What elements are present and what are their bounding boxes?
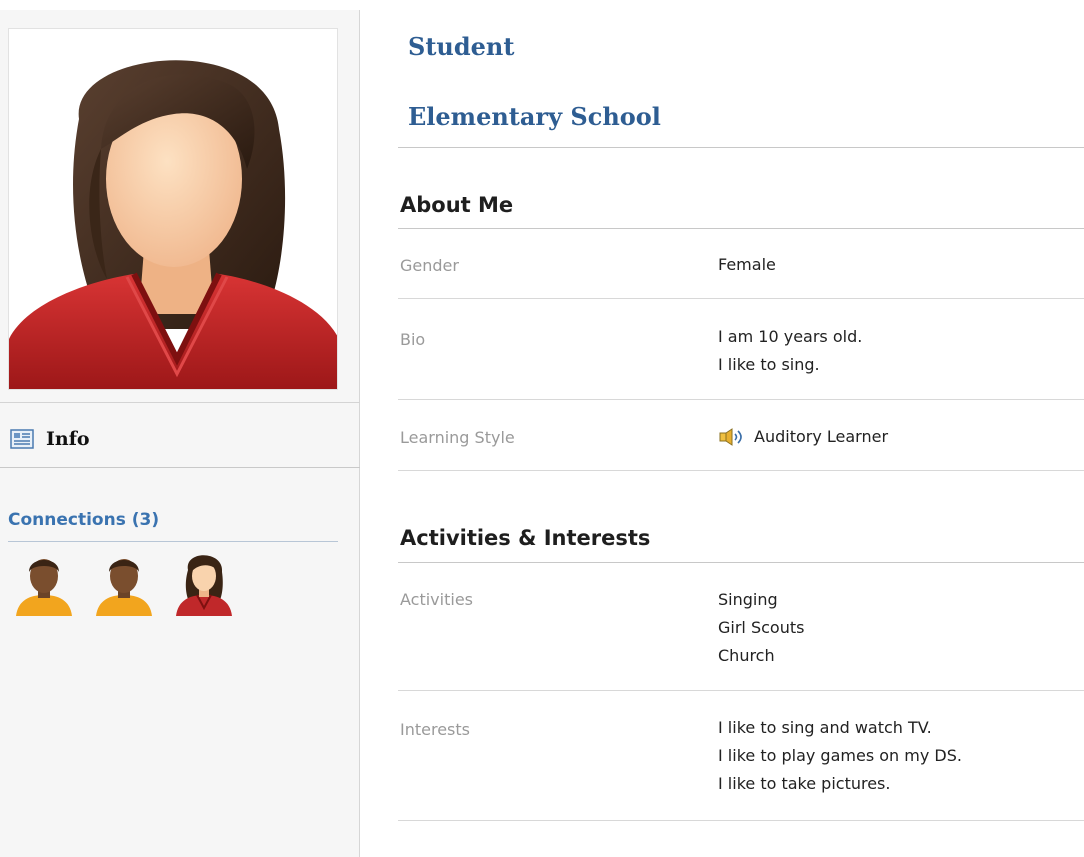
profile-school: Elementary School — [408, 102, 661, 131]
activity-item: Church — [718, 646, 775, 665]
boy-avatar-icon[interactable] — [90, 548, 158, 616]
divider — [398, 147, 1084, 148]
activities-interests-heading: Activities & Interests — [400, 526, 651, 550]
divider — [398, 228, 1084, 229]
female-avatar-icon — [9, 60, 337, 389]
interests-value: I like to sing and watch TV. I like to p… — [718, 714, 962, 798]
activity-item: Girl Scouts — [718, 618, 805, 637]
profile-main: Student Elementary School About Me Gende… — [398, 0, 1084, 857]
learning-style-value: Auditory Learner — [718, 423, 888, 451]
divider — [398, 399, 1084, 400]
interest-item: I like to take pictures. — [718, 774, 891, 793]
activity-item: Singing — [718, 590, 778, 609]
info-link[interactable]: Info — [10, 425, 90, 453]
gender-value: Female — [718, 255, 776, 274]
interests-label: Interests — [400, 720, 470, 739]
activities-value: Singing Girl Scouts Church — [718, 586, 804, 670]
divider — [398, 690, 1084, 691]
info-label: Info — [46, 428, 90, 450]
connections-list — [10, 548, 238, 616]
connections-title[interactable]: Connections (3) — [8, 510, 159, 530]
profile-photo[interactable] — [8, 28, 338, 390]
divider — [398, 820, 1084, 821]
speaker-icon — [719, 428, 742, 446]
boy-avatar-icon[interactable] — [10, 548, 78, 616]
divider — [8, 541, 338, 542]
divider — [0, 467, 360, 468]
bio-label: Bio — [400, 330, 426, 349]
divider — [398, 298, 1084, 299]
divider — [0, 402, 360, 403]
divider — [398, 562, 1084, 563]
gender-label: Gender — [400, 256, 459, 275]
interest-item: I like to sing and watch TV. — [718, 718, 932, 737]
about-me-heading: About Me — [400, 193, 514, 217]
profile-role: Student — [408, 32, 515, 61]
divider — [398, 470, 1084, 471]
bio-line: I like to sing. — [718, 355, 820, 374]
profile-sidebar: Info Connections (3) — [0, 10, 360, 857]
interest-item: I like to play games on my DS. — [718, 746, 962, 765]
girl-avatar-icon[interactable] — [170, 548, 238, 616]
activities-label: Activities — [400, 590, 473, 609]
bio-line: I am 10 years old. — [718, 327, 863, 346]
info-card-icon — [10, 429, 34, 449]
learning-style-text: Auditory Learner — [754, 427, 889, 446]
learning-style-label: Learning Style — [400, 428, 515, 447]
bio-value: I am 10 years old. I like to sing. — [718, 323, 862, 379]
